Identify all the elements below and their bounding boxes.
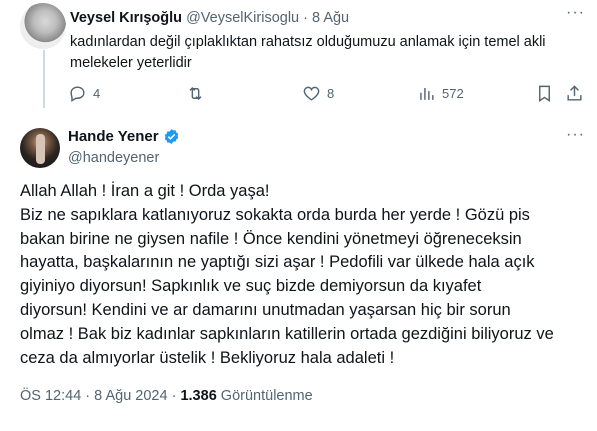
reply-header: Veysel Kırışoğlu @VeyselKirisoglu · 8 Ağ… (70, 10, 349, 26)
tweet-meta: ÖS 12:44 · 8 Ağu 2024 · 1.386 Görüntülen… (20, 388, 313, 404)
repost-icon (189, 86, 202, 101)
author-name[interactable]: Hande Yener (68, 128, 159, 145)
separator: · (85, 388, 91, 404)
views-icon (420, 87, 434, 100)
text-line: ceza da almıyorlar üstelik ! Bekliyoruz … (20, 348, 395, 367)
views-button[interactable]: 572 (417, 84, 464, 103)
author-handle[interactable]: @handeyener (68, 150, 159, 166)
post-date[interactable]: 8 Ağu 2024 (94, 388, 167, 404)
reply-count: 4 (93, 86, 101, 101)
tweet-text: Allah Allah ! İran a git ! Orda yaşa! Bi… (20, 180, 586, 370)
text-line: Biz ne sapıklara katlanıyoruz sokakta or… (20, 205, 530, 224)
more-icon[interactable]: ··· (566, 126, 585, 144)
text-line: hayatta, başkalarının ne yaptığı sizi aş… (20, 253, 535, 272)
reply-icon (70, 86, 85, 102)
share-button[interactable] (565, 84, 584, 103)
thread-line (43, 50, 45, 108)
author-name-row[interactable]: Hande Yener (68, 128, 180, 145)
more-icon[interactable]: ··· (566, 4, 585, 22)
text-line: bakan birine ne giysen nafile ! Önce ken… (20, 229, 522, 248)
repost-button[interactable] (186, 84, 211, 103)
text-line: giyiniyo diyorsun! Sapkınlık ve suç bizd… (20, 277, 482, 296)
bookmark-icon (539, 85, 550, 102)
reply-text: kadınlardan değil çıplaklıktan rahatsız … (70, 34, 546, 71)
views-count: 1.386 (180, 388, 217, 404)
post-time[interactable]: ÖS 12:44 (20, 388, 81, 404)
like-count: 8 (327, 86, 335, 101)
avatar[interactable] (20, 128, 60, 168)
text-line: olmaz ! Bak biz kadınlar sapkınların kat… (20, 324, 554, 343)
separator: · (171, 388, 177, 404)
like-button[interactable]: 8 (302, 84, 334, 103)
author-handle[interactable]: @VeyselKirisoglu (186, 10, 299, 26)
avatar[interactable] (20, 3, 66, 49)
reply-tweet[interactable]: Veysel Kırışoğlu @VeyselKirisoglu · 8 Ağ… (0, 0, 597, 116)
reply-button[interactable]: 4 (68, 84, 100, 103)
main-tweet: Hande Yener @handeyener ··· Allah Allah … (0, 116, 597, 431)
separator: · (303, 10, 308, 26)
text-line: diyorsun! Kendini ve ar damarını unutmad… (20, 300, 511, 319)
verified-badge-icon (164, 129, 178, 144)
text-line: Allah Allah ! İran a git ! Orda yaşa! (20, 182, 270, 200)
post-date[interactable]: 8 Ağu (312, 10, 349, 26)
views-label: Görüntülenme (220, 388, 313, 404)
views-count: 572 (442, 86, 464, 101)
action-bar: 4 8 572 (68, 84, 588, 106)
author-name[interactable]: Veysel Kırışoğlu (70, 10, 182, 26)
share-icon (567, 85, 582, 101)
bookmark-button[interactable] (535, 84, 554, 103)
like-icon (303, 86, 320, 101)
